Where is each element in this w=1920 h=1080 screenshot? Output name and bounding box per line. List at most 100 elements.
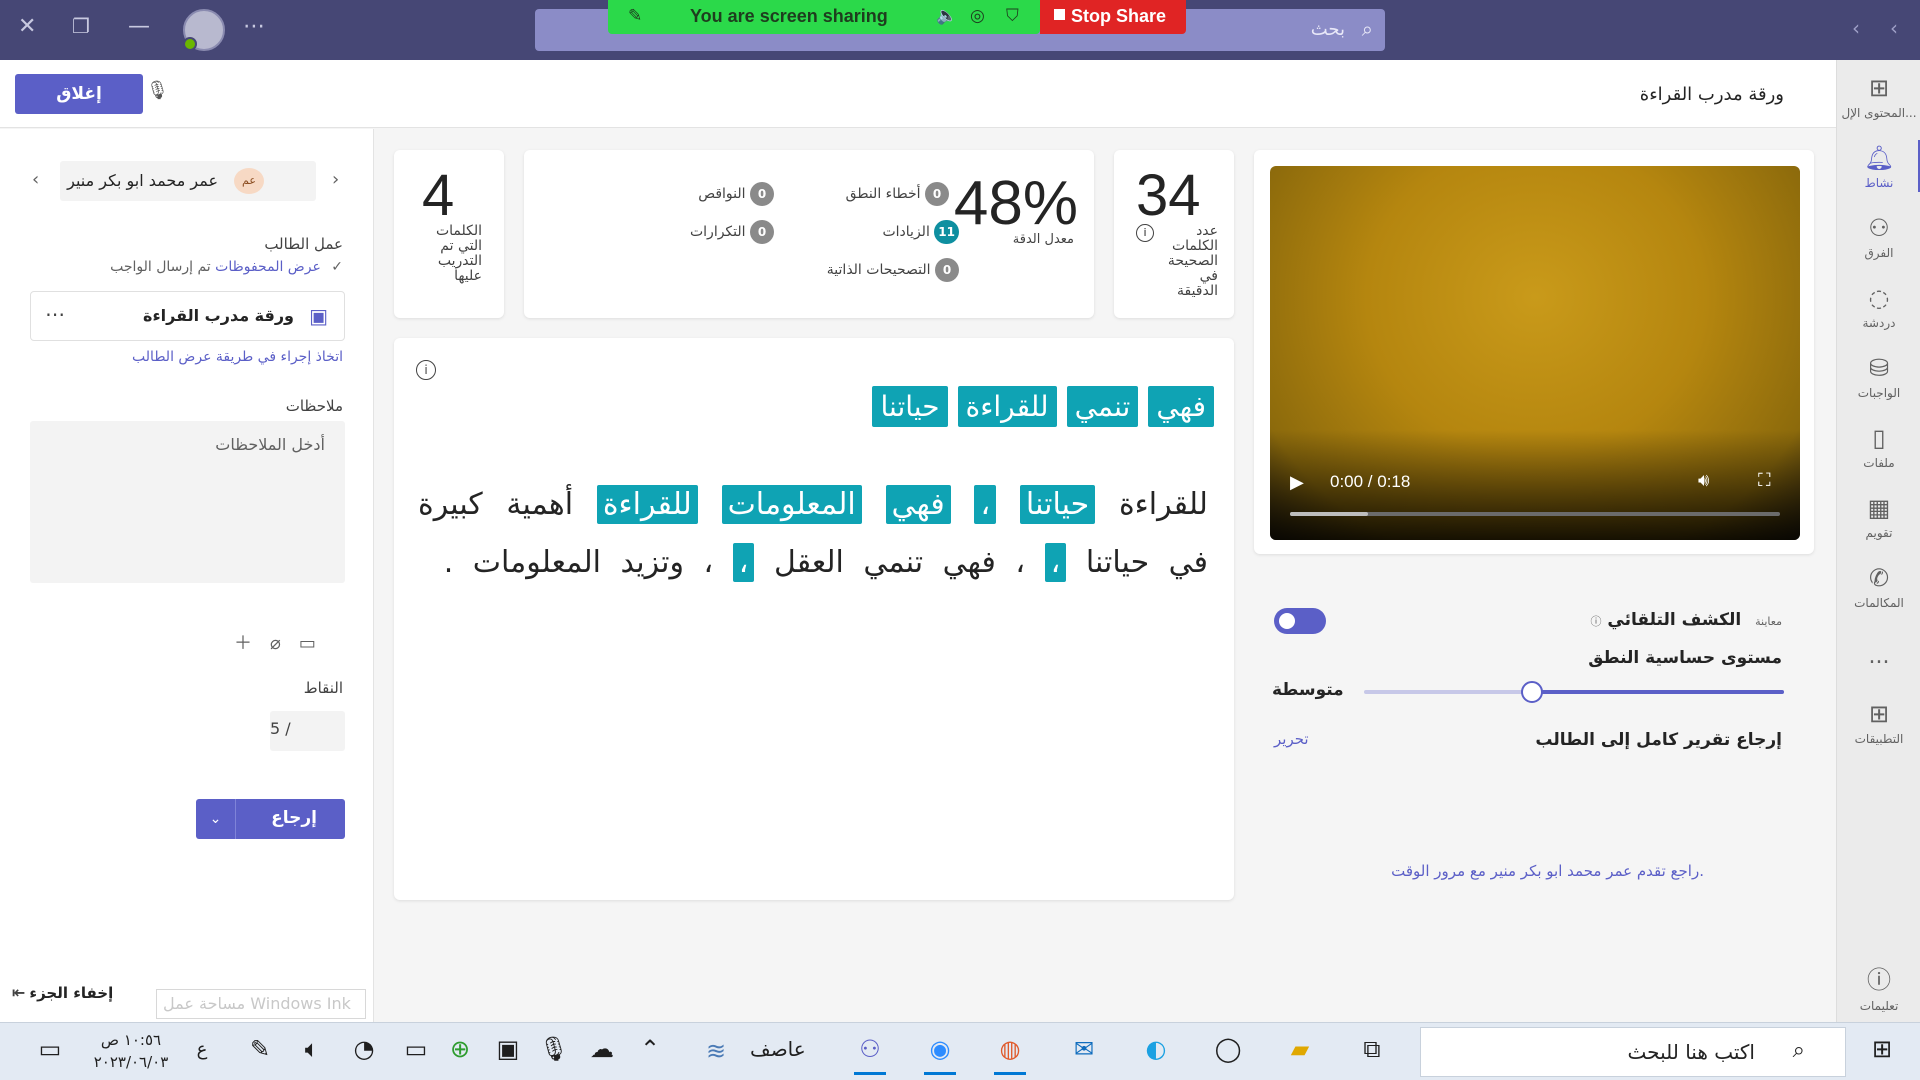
- chrome-app-icon[interactable]: ◍: [990, 1035, 1030, 1075]
- rail-item-calendar[interactable]: ▦ تقويم: [1837, 494, 1920, 540]
- submitted-text: تم إرسال الواجب: [110, 259, 211, 275]
- speaker-icon[interactable]: 🔈: [936, 6, 957, 26]
- task-view-icon[interactable]: ⧉: [1352, 1035, 1392, 1063]
- auto-detect-toggle[interactable]: [1274, 608, 1326, 634]
- rail-item-calls[interactable]: ✆ المكالمات: [1837, 564, 1920, 610]
- passage-text: للقراءة: [1118, 487, 1208, 522]
- info-icon[interactable]: ⓘ: [1590, 615, 1601, 628]
- practice-word-chip[interactable]: حياتنا: [872, 386, 948, 427]
- wcpm-card: 34 i عدد الكلمات الصحيحة في الدقيقة: [1114, 150, 1234, 318]
- pin-icon[interactable]: ✎: [628, 6, 642, 26]
- take-action-link[interactable]: اتخاذ إجراء في طريقة عرض الطالب: [132, 349, 343, 365]
- next-student-arrow-icon[interactable]: ‹: [32, 169, 39, 190]
- video-progress-bar[interactable]: [1290, 512, 1780, 516]
- work-title: ورقة مدرب القراءة: [143, 306, 294, 325]
- file-icon: ▯: [1872, 424, 1886, 452]
- notes-toolbar: ＋ ⌀ ▭: [234, 629, 334, 655]
- collapse-pane-icon: ⇤: [12, 983, 26, 1002]
- passage-word-highlight[interactable]: ،: [974, 485, 997, 524]
- passage-word-highlight[interactable]: فهي: [885, 485, 951, 524]
- hide-pane-label: إخفاء الجزء: [29, 984, 114, 1002]
- restore-window-icon[interactable]: ❐: [72, 14, 90, 38]
- immersive-reader-icon[interactable]: 🎙︎: [146, 80, 169, 101]
- passage-word-highlight[interactable]: حياتنا: [1019, 485, 1096, 524]
- close-button[interactable]: إغلاق: [15, 74, 143, 114]
- sensitivity-slider[interactable]: [1364, 681, 1784, 703]
- volume-icon[interactable]: 🔊︎: [1698, 470, 1709, 491]
- edit-link[interactable]: تحرير: [1274, 730, 1309, 748]
- help-icon: ⓘ: [1867, 966, 1891, 994]
- info-icon[interactable]: i: [416, 360, 436, 380]
- add-icon[interactable]: ＋: [234, 633, 252, 654]
- passage-word-highlight[interactable]: ،: [1044, 543, 1067, 582]
- close-window-icon[interactable]: ✕: [18, 14, 36, 39]
- minimize-window-icon[interactable]: —: [128, 14, 150, 39]
- rail-item-files[interactable]: ▯ ملفات: [1837, 424, 1920, 470]
- chevron-down-icon[interactable]: ⌄: [196, 799, 236, 839]
- student-selector[interactable]: عم عمر محمد ابو بكر منير: [60, 161, 316, 201]
- return-button[interactable]: ⌄ إرجاع: [196, 799, 345, 839]
- rail-item-help[interactable]: ⓘ تعليمات: [1837, 960, 1920, 1013]
- passage-word-highlight[interactable]: للقراءة: [596, 485, 698, 524]
- windows-start-icon[interactable]: ⊞: [1862, 1035, 1902, 1063]
- practice-word-chip[interactable]: تنمي: [1066, 386, 1139, 427]
- work-attachment[interactable]: ⋯ ورقة مدرب القراءة ▣: [30, 291, 345, 341]
- weather-text[interactable]: عاصف: [750, 1037, 806, 1061]
- passage-word-highlight[interactable]: المعلومات: [721, 485, 862, 524]
- edge-app-icon[interactable]: ◐: [1136, 1035, 1176, 1063]
- onedrive-icon[interactable]: ☁: [582, 1035, 622, 1063]
- zoom-app-icon[interactable]: ◉: [920, 1035, 960, 1075]
- view-saved-link[interactable]: عرض المحفوظات: [215, 259, 321, 275]
- notifications-icon[interactable]: ▭: [30, 1035, 70, 1063]
- mail-app-icon[interactable]: ✉: [1064, 1035, 1104, 1063]
- metric-badge: 0: [935, 258, 959, 282]
- student-work-label: عمل الطالب: [264, 235, 343, 253]
- rail-item-assignments[interactable]: ⛁ الواجبات: [1837, 354, 1920, 400]
- chevron-up-icon[interactable]: ⌃: [630, 1035, 670, 1063]
- rail-item-teams[interactable]: ⚇ الفرق: [1837, 214, 1920, 260]
- notes-field[interactable]: أدخل الملاحظات: [30, 421, 345, 583]
- info-icon[interactable]: i: [1136, 224, 1154, 242]
- input-language[interactable]: ع: [182, 1039, 222, 1060]
- taskbar-clock[interactable]: ١٠:٥٦ ص ٢٠٢٣/٠٦/٠٣: [86, 1029, 176, 1073]
- more-options-icon[interactable]: ⋯: [243, 14, 265, 39]
- screenshot-icon[interactable]: ▣: [488, 1035, 528, 1063]
- rail-item-content[interactable]: ⊞ المحتوى الإل...: [1837, 74, 1920, 120]
- passage-word-highlight[interactable]: ،: [732, 543, 755, 582]
- more-options-icon[interactable]: ⋯: [45, 302, 65, 326]
- add-app-icon[interactable]: ⊕: [440, 1035, 480, 1063]
- rail-item-apps[interactable]: ⊞ التطبيقات: [1837, 700, 1920, 746]
- hide-pane-button[interactable]: ⇤ إخفاء الجزء: [12, 983, 113, 1002]
- points-field[interactable]: 5 /: [270, 711, 345, 751]
- taskbar-search[interactable]: اكتب هنا للبحث ⌕: [1420, 1027, 1846, 1077]
- profile-avatar[interactable]: [183, 9, 225, 51]
- rail-item-more[interactable]: ...: [1837, 644, 1920, 669]
- wifi-icon[interactable]: ◔: [344, 1035, 384, 1063]
- attach-icon[interactable]: ⌀: [270, 633, 281, 654]
- back-arrow-icon[interactable]: ‹: [1852, 16, 1860, 40]
- pen-icon[interactable]: ✎: [240, 1035, 280, 1063]
- play-icon[interactable]: ▶: [1290, 472, 1304, 493]
- pause-icon[interactable]: ◎: [970, 6, 985, 26]
- weather-icon[interactable]: ≋: [696, 1037, 736, 1065]
- practice-word-chip[interactable]: للقراءة: [957, 386, 1057, 427]
- shield-icon[interactable]: ⛉: [1006, 6, 1019, 26]
- teams-app-icon[interactable]: ⚇: [850, 1035, 890, 1075]
- slider-thumb[interactable]: [1521, 681, 1543, 703]
- progress-note-link[interactable]: راجع تقدم عمر محمد ابو بكر منير مع مرور …: [1391, 862, 1704, 880]
- fullscreen-icon[interactable]: ⛶: [1758, 470, 1771, 491]
- previous-student-arrow-icon[interactable]: ›: [332, 169, 339, 190]
- microphone-icon[interactable]: 🎙︎: [534, 1035, 574, 1063]
- dell-app-icon[interactable]: ◯: [1208, 1035, 1248, 1063]
- video-player[interactable]: ▶ 0:00 / 0:18 🔊︎ ⛶: [1270, 166, 1800, 540]
- volume-icon[interactable]: 🔈︎: [292, 1035, 332, 1063]
- stop-share-button[interactable]: Stop Share: [1040, 0, 1186, 34]
- self-corrections-metric: التصحيحات الذاتية 0: [827, 258, 959, 282]
- rail-item-activity[interactable]: 🔔︎ نشاط: [1837, 140, 1920, 192]
- forward-arrow-icon[interactable]: ‹: [1890, 16, 1898, 40]
- rail-item-chat[interactable]: ◌ دردشة: [1837, 284, 1920, 330]
- video-icon[interactable]: ▭: [299, 633, 316, 654]
- practice-word-chip[interactable]: فهي: [1148, 386, 1214, 427]
- file-explorer-icon[interactable]: ▰: [1280, 1035, 1320, 1063]
- battery-icon[interactable]: ▭: [396, 1035, 436, 1063]
